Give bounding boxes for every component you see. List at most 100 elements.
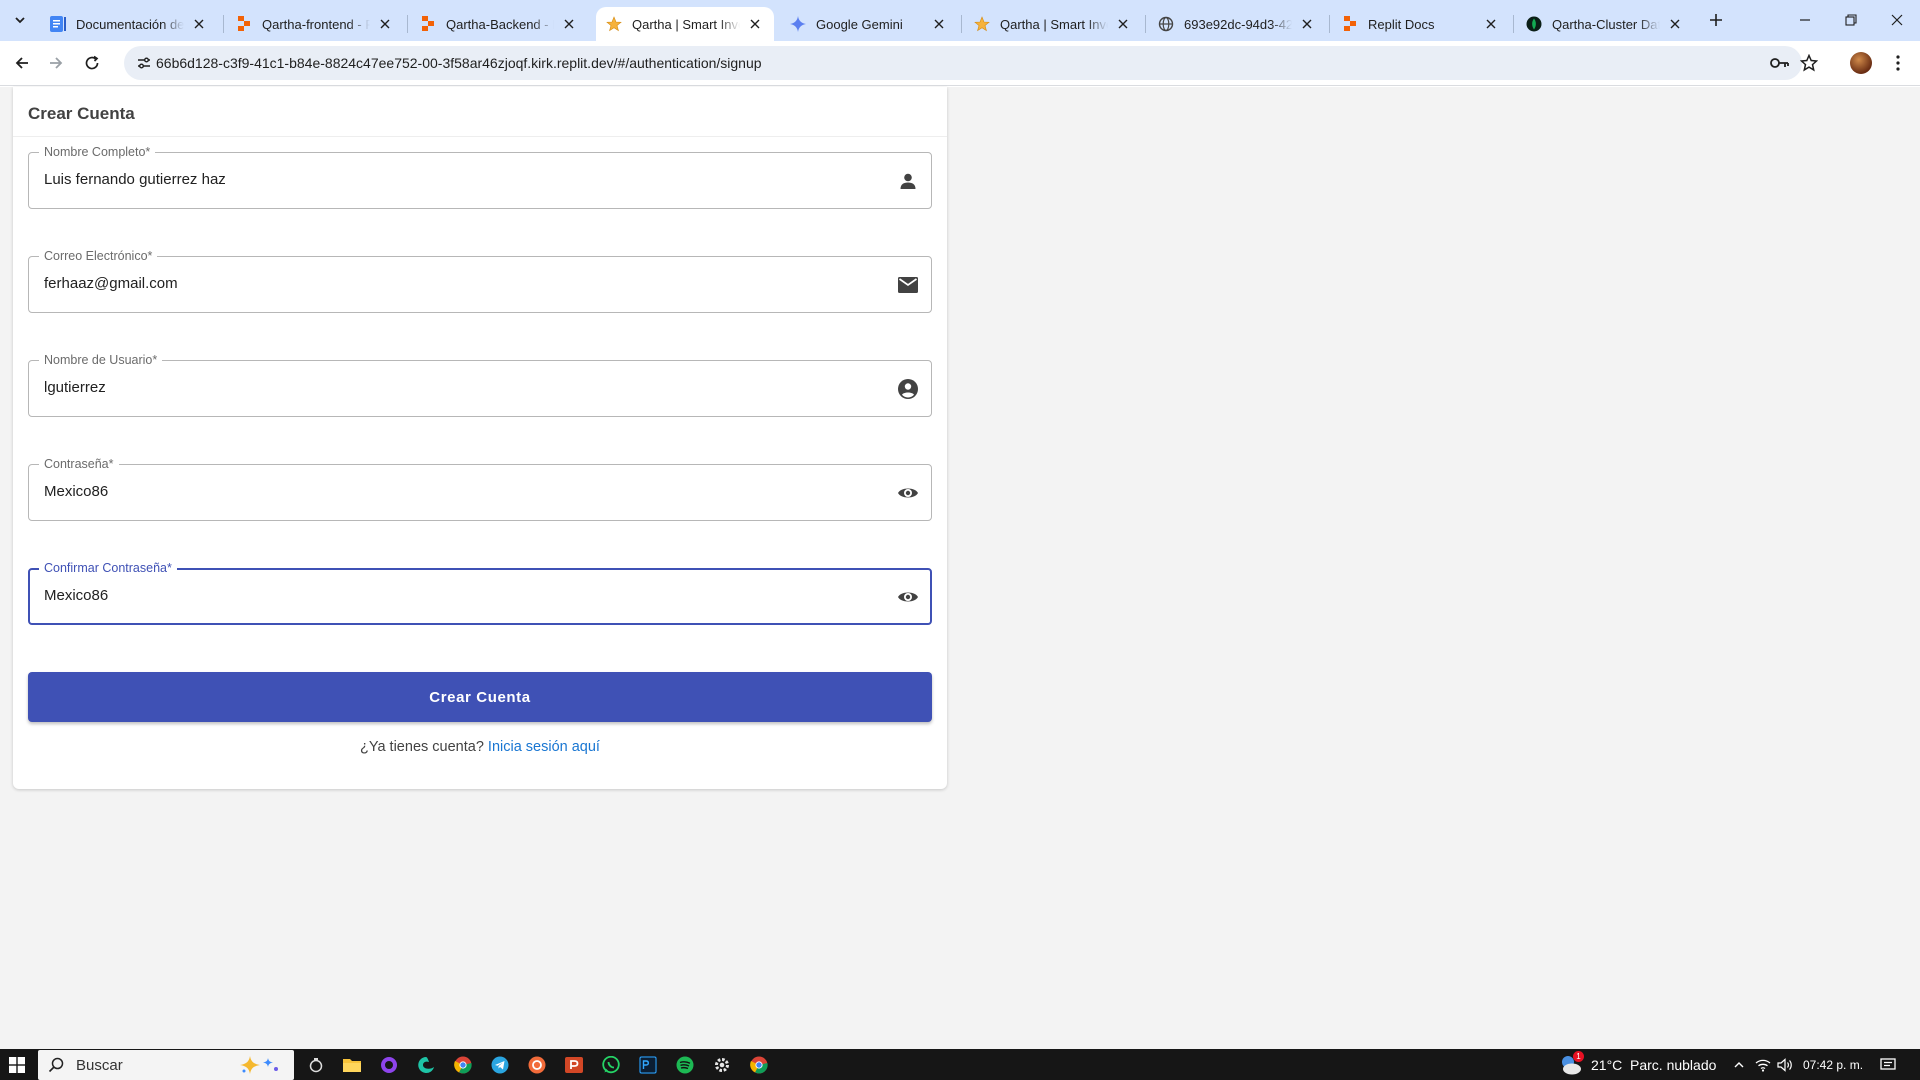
telegram-icon[interactable]: [488, 1053, 512, 1077]
tab-title: Documentación de: [76, 16, 184, 32]
star-icon: [974, 16, 990, 32]
address-bar[interactable]: 66b6d128-c3f9-41c1-b84e-8824c47ee752-00-…: [124, 46, 1818, 80]
new-tab-button[interactable]: [1704, 8, 1728, 32]
close-icon[interactable]: [1666, 15, 1684, 33]
field-label: Correo Electrónico*: [39, 248, 158, 264]
password-input[interactable]: Mexico86: [44, 483, 108, 500]
field-label: Nombre de Usuario*: [39, 352, 163, 368]
tab-qartha-smart-inventory[interactable]: Qartha | Smart Inventory: [964, 7, 1142, 41]
email-input[interactable]: ferhaaz@gmail.com: [44, 275, 178, 292]
docs-icon: [50, 16, 66, 32]
search-label: Buscar: [76, 1057, 123, 1074]
purple-app-icon[interactable]: [377, 1053, 401, 1077]
spotify-icon[interactable]: [673, 1053, 697, 1077]
eye-icon[interactable]: [897, 482, 919, 504]
tab-search-button[interactable]: [8, 8, 32, 32]
url-text[interactable]: 66b6d128-c3f9-41c1-b84e-8824c47ee752-00-…: [156, 55, 762, 71]
close-icon[interactable]: [190, 15, 208, 33]
close-icon[interactable]: [376, 15, 394, 33]
tab-qartha-frontend[interactable]: Qartha-frontend - Replit: [226, 7, 404, 41]
close-window-button[interactable]: [1874, 0, 1920, 40]
wifi-icon[interactable]: [1751, 1053, 1775, 1077]
account-circle-icon: [897, 378, 919, 400]
temperature-text: 21°C: [1591, 1057, 1623, 1073]
close-icon[interactable]: [1298, 15, 1316, 33]
replit-icon: [420, 16, 436, 32]
back-button[interactable]: [8, 49, 36, 77]
login-prompt: ¿Ya tienes cuenta? Inicia sesión aquí: [13, 739, 947, 755]
create-account-button[interactable]: Crear Cuenta: [28, 672, 932, 722]
close-icon[interactable]: [1482, 15, 1500, 33]
tab-title: Replit Docs: [1368, 16, 1435, 32]
replit-icon: [1342, 16, 1358, 32]
minimize-button[interactable]: [1782, 0, 1828, 40]
tab-title: Google Gemini: [816, 16, 903, 32]
signup-card: Crear Cuenta Nombre Completo* Luis ferna…: [13, 87, 947, 789]
tab-title: Qartha | Smart Inventory: [1000, 16, 1108, 32]
email-field[interactable]: Correo Electrónico* ferhaaz@gmail.com: [28, 248, 932, 313]
chrome-active-icon[interactable]: [747, 1053, 771, 1077]
field-label: Nombre Completo*: [39, 144, 156, 160]
orange-app-icon[interactable]: [525, 1053, 549, 1077]
page-content: Crear Cuenta Nombre Completo* Luis ferna…: [0, 87, 1920, 1049]
tune-icon: [138, 57, 150, 69]
edge-app-icon[interactable]: [414, 1053, 438, 1077]
weather-badge: 1: [1573, 1051, 1584, 1062]
browser-menu-button[interactable]: [1886, 51, 1910, 75]
bookmark-star-icon[interactable]: [1798, 52, 1820, 74]
chevron-up-icon[interactable]: [1727, 1053, 1751, 1077]
close-icon[interactable]: [746, 15, 764, 33]
close-icon[interactable]: [1114, 15, 1132, 33]
tab-documentacion[interactable]: Documentación de: [40, 7, 218, 41]
login-prompt-text: ¿Ya tienes cuenta?: [360, 739, 484, 755]
login-link[interactable]: Inicia sesión aquí: [488, 739, 600, 755]
clock-time[interactable]: 07:42 p. m.: [1803, 1058, 1863, 1072]
field-label: Confirmar Contraseña*: [39, 560, 177, 576]
profile-avatar[interactable]: [1850, 52, 1872, 74]
tab-qartha-smart-inventory-active[interactable]: Qartha | Smart Inventory: [596, 7, 774, 41]
task-view-icon[interactable]: [304, 1053, 328, 1077]
gemini-icon: [790, 16, 806, 32]
notifications-icon[interactable]: [1876, 1053, 1900, 1077]
powerpoint-icon[interactable]: [562, 1053, 586, 1077]
site-info-button[interactable]: [132, 51, 156, 75]
confirm-password-field[interactable]: Confirmar Contraseña* Mexico86: [28, 560, 932, 625]
tab-google-gemini[interactable]: Google Gemini: [780, 7, 958, 41]
taskbar-search[interactable]: Buscar: [38, 1050, 294, 1080]
chevron-down-icon: [15, 17, 25, 24]
username-field[interactable]: Nombre de Usuario* lgutierrez: [28, 352, 932, 417]
restore-button[interactable]: [1828, 0, 1874, 40]
photoshop-icon[interactable]: [636, 1053, 660, 1077]
tab-separator: [407, 15, 408, 33]
tab-qartha-backend[interactable]: Qartha-Backend - Replit: [410, 7, 588, 41]
chrome-icon[interactable]: [451, 1053, 475, 1077]
person-icon: [897, 170, 919, 192]
tab-separator: [1329, 15, 1330, 33]
settings-icon[interactable]: [710, 1053, 734, 1077]
username-input[interactable]: lgutierrez: [44, 379, 106, 396]
tab-separator: [1145, 15, 1146, 33]
eye-icon[interactable]: [897, 586, 919, 608]
forward-button[interactable]: [42, 49, 70, 77]
search-icon: [48, 1057, 64, 1078]
reload-button[interactable]: [78, 49, 106, 77]
tab-title: Qartha-Backend - Replit: [446, 16, 554, 32]
close-icon[interactable]: [930, 15, 948, 33]
field-label: Contraseña*: [39, 456, 119, 472]
full-name-input[interactable]: Luis fernando gutierrez haz: [44, 171, 226, 188]
restore-icon: [1845, 14, 1857, 26]
tab-qartha-cluster[interactable]: Qartha-Cluster Data: [1516, 7, 1694, 41]
star-icon: [606, 16, 622, 32]
file-explorer-icon[interactable]: [340, 1053, 364, 1077]
close-icon[interactable]: [560, 15, 578, 33]
volume-icon[interactable]: [1773, 1053, 1797, 1077]
full-name-field[interactable]: Nombre Completo* Luis fernando gutierrez…: [28, 144, 932, 209]
tab-replit-docs[interactable]: Replit Docs: [1332, 7, 1510, 41]
globe-icon: [1158, 16, 1174, 32]
windows-start-icon[interactable]: [5, 1053, 29, 1077]
password-key-icon[interactable]: [1769, 52, 1791, 74]
confirm-password-input[interactable]: Mexico86: [44, 587, 108, 604]
whatsapp-icon[interactable]: [599, 1053, 623, 1077]
password-field[interactable]: Contraseña* Mexico86: [28, 456, 932, 521]
tab-uuid-page[interactable]: 693e92dc-94d3-4236: [1148, 7, 1326, 41]
